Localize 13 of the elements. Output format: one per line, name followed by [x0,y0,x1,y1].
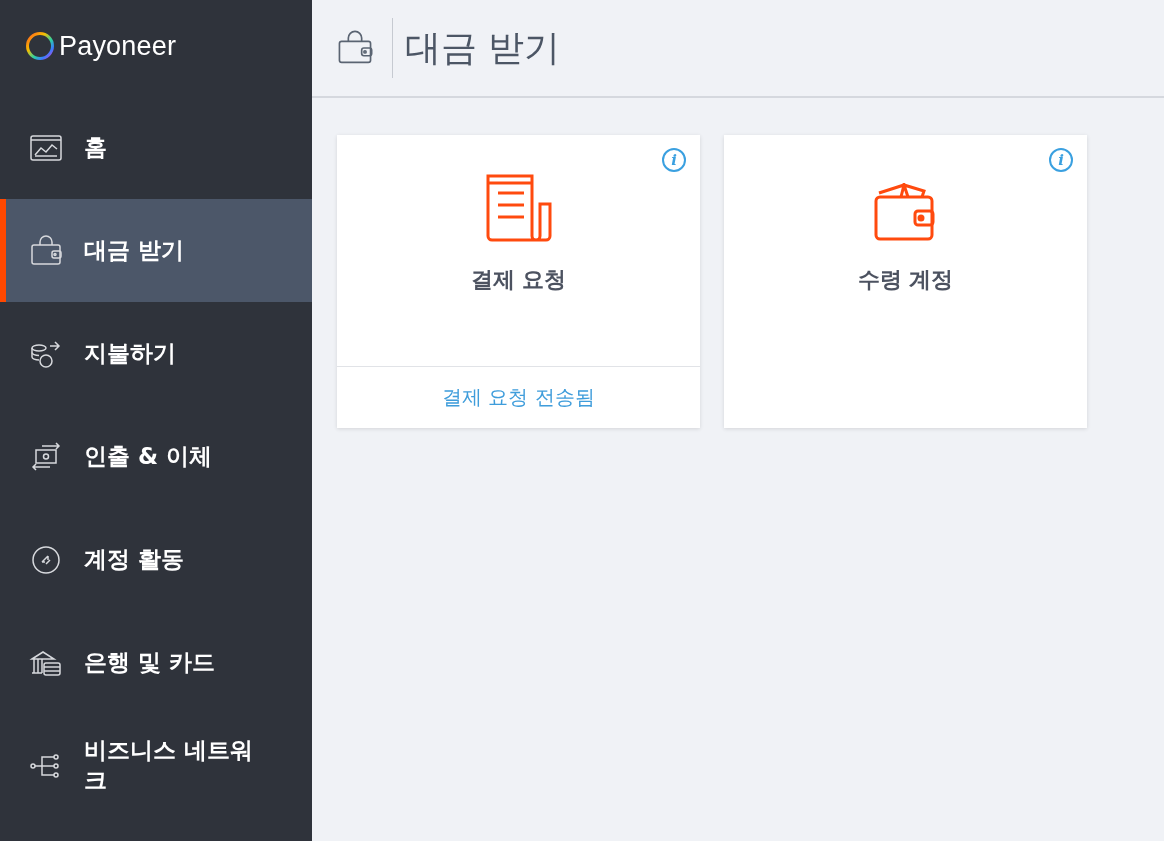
logo-text: Payoneer [59,30,177,62]
nav-item[interactable]: 인출 & 이체 [0,405,312,508]
nav-item[interactable]: 지불하기 [0,302,312,405]
nav-item[interactable]: 은행 및 카드 [0,611,312,714]
page-title: 대금 받기 [405,25,561,70]
option-card[interactable]: i 수령 계정 [724,135,1087,428]
nav-item[interactable]: 비즈니스 네트워크 [0,714,312,817]
nav-item[interactable]: 대금 받기 [0,199,312,302]
nav-item[interactable]: 홈 [0,96,312,199]
card-title: 수령 계정 [857,266,954,294]
logo-icon [25,31,55,61]
card-title: 결제 요청 [470,266,567,294]
nav-item[interactable]: 계정 활동 [0,508,312,611]
